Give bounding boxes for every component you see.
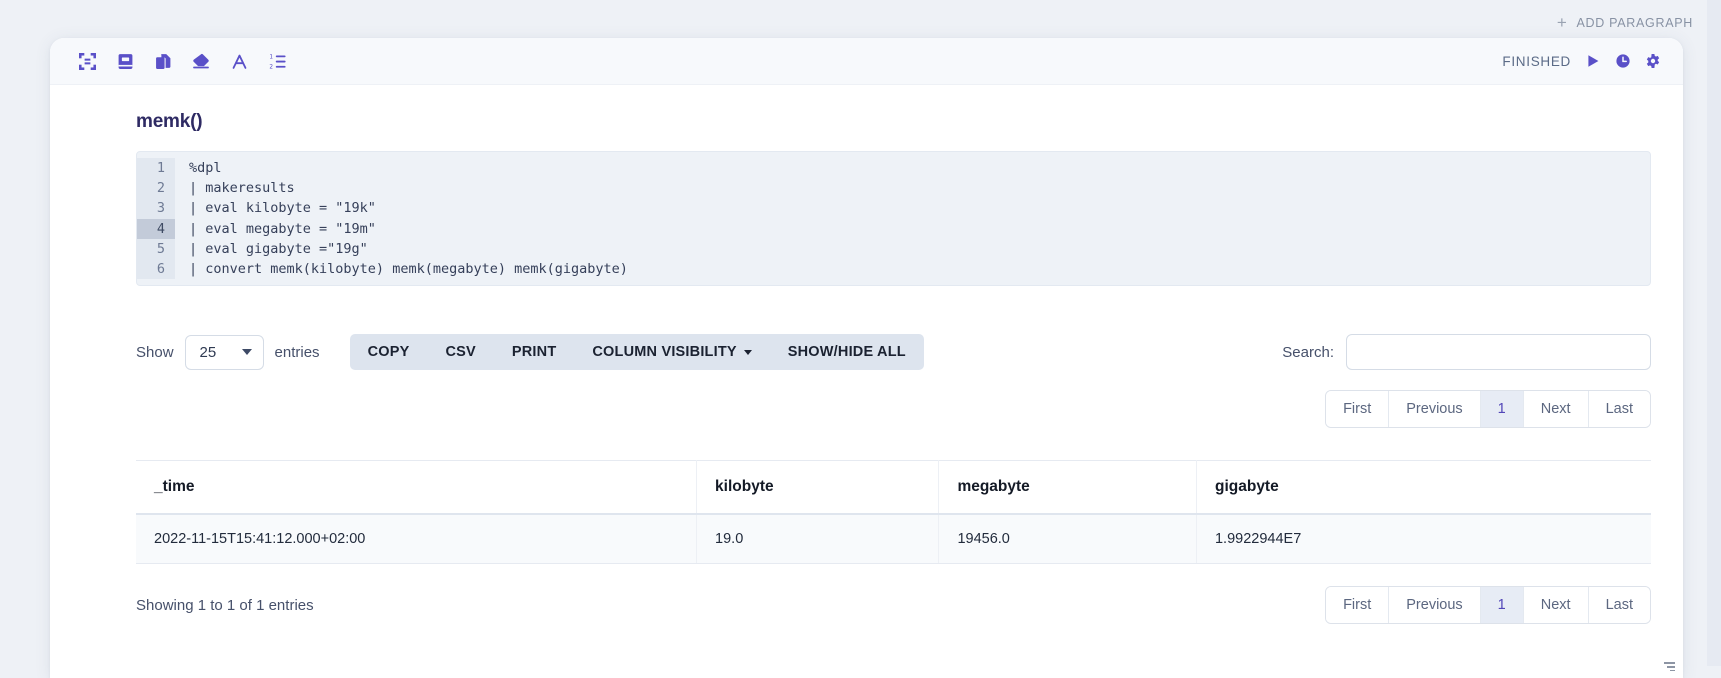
datatable-controls: Show 25 entries COPY CSV PRINT COLUMN VISIB… (136, 332, 1651, 372)
code-text: | makeresults (189, 180, 295, 197)
datatable-button-csv[interactable]: CSV (427, 334, 493, 370)
code-text: | eval kilobyte = "19k" (189, 200, 376, 217)
scrollbar-gutter[interactable] (1707, 0, 1721, 666)
pagination-last[interactable]: Last (1588, 587, 1650, 624)
pagination-top: First Previous 1 Next Last (50, 390, 1651, 429)
datatable-button-column-visibility[interactable]: COLUMN VISIBILITY (574, 334, 769, 370)
table-cell: 2022-11-15T15:41:12.000+02:00 (136, 514, 698, 565)
button-label: COPY (367, 344, 410, 361)
pagination-first[interactable]: First (1326, 391, 1390, 428)
search-input[interactable] (1346, 334, 1651, 371)
table-row: 2022-11-15T15:41:12.000+02:00 19.0 19456.0… (136, 514, 1651, 565)
pagination-previous[interactable]: Previous (1389, 391, 1481, 428)
code-text: | convert memk(kilobyte) memk(megabyte) … (189, 261, 628, 278)
datatable-search: Search: (1282, 334, 1651, 371)
chevron-down-icon (743, 349, 752, 355)
table-body: 2022-11-15T15:41:12.000+02:00 19.0 19456.0… (136, 514, 1651, 565)
entries-length-control: Show 25 entries (136, 334, 320, 370)
column-header-kilobyte[interactable]: kilobyte (696, 460, 940, 516)
paragraph-status-actions: FINISHED (1502, 53, 1661, 69)
gear-icon[interactable] (1645, 53, 1661, 69)
column-header-megabyte[interactable]: megabyte (938, 460, 1197, 516)
code-line[interactable]: 4 | eval megabyte = "19m" (137, 218, 1650, 239)
pagination-first[interactable]: First (1326, 587, 1390, 624)
list-numbered-icon[interactable]: 1 2 (266, 50, 288, 72)
code-text: %dpl (189, 160, 222, 176)
table-head: _time kilobyte megabyte gigabyte (136, 460, 1651, 516)
pagination-last[interactable]: Last (1588, 391, 1650, 428)
table-info: Showing 1 to 1 of 1 entries (136, 596, 314, 614)
page-title: memk() (136, 111, 203, 132)
pagination-1[interactable]: 1 (1480, 587, 1524, 624)
button-label: PRINT (511, 344, 557, 361)
datatable-footer: Showing 1 to 1 of 1 entries First Previou… (136, 586, 1651, 632)
button-label: COLUMN VISIBILITY (592, 344, 737, 361)
line-number: 2 (137, 178, 175, 199)
paragraph-toolbar: 1 2 (76, 50, 288, 72)
code-line[interactable]: 3 | eval kilobyte = "19k" (137, 198, 1650, 219)
datatable-button-show-hide-all[interactable]: SHOW/HIDE ALL (770, 334, 924, 370)
svg-text:2: 2 (269, 64, 273, 70)
table-cell: 19456.0 (938, 514, 1197, 565)
chevron-down-icon (241, 349, 252, 356)
column-header-time[interactable]: _time (136, 460, 698, 516)
button-label: CSV (445, 344, 476, 361)
code-line[interactable]: 1 %dpl (137, 158, 1650, 179)
datatable-export-buttons: COPY CSV PRINT COLUMN VISIBILITY SHOW/HIDE A… (349, 334, 924, 371)
line-number: 4 (137, 218, 175, 239)
pagination-next[interactable]: Next (1523, 391, 1589, 428)
eraser-icon[interactable] (190, 50, 212, 72)
paragraph-card: 1 2 FINISHED memk() 1 %dpl 2 | makeresul… (50, 38, 1683, 678)
collapse-icon[interactable] (76, 50, 98, 72)
entries-label: entries (274, 343, 320, 361)
svg-text:1: 1 (269, 54, 273, 60)
code-text: | eval gigabyte ="19g" (189, 240, 368, 257)
line-number: 6 (137, 259, 175, 280)
table-cell: 1.9922944E7 (1196, 514, 1651, 565)
code-line[interactable]: 6 | convert memk(kilobyte) memk(megabyte)… (137, 259, 1650, 280)
pagination-1[interactable]: 1 (1480, 391, 1524, 428)
run-icon[interactable] (1585, 53, 1601, 69)
code-editor[interactable]: 1 %dpl 2 | makeresults 3 | eval kilobyte = "1… (136, 151, 1651, 287)
entries-select-value: 25 (199, 343, 217, 361)
clock-icon[interactable] (1615, 53, 1631, 69)
paragraph-header: 1 2 FINISHED (50, 38, 1683, 85)
plus-icon: + (1556, 13, 1568, 32)
table-header-row: _time kilobyte megabyte gigabyte (136, 460, 1651, 516)
line-number: 5 (137, 238, 175, 260)
code-line[interactable]: 2 | makeresults (137, 178, 1650, 199)
add-paragraph-label: ADD PARAGRAPH (1576, 15, 1693, 30)
pagination-previous[interactable]: Previous (1389, 587, 1481, 624)
datatable-button-print[interactable]: PRINT (494, 334, 575, 370)
resize-handle[interactable] (1661, 660, 1675, 674)
status-badge: FINISHED (1502, 53, 1571, 69)
code-line[interactable]: 5 | eval gigabyte ="19g" (137, 238, 1650, 260)
line-number: 3 (137, 198, 175, 219)
search-label: Search: (1282, 343, 1334, 361)
table-cell: 19.0 (696, 514, 940, 565)
pagination-next[interactable]: Next (1523, 587, 1589, 624)
copy-icon[interactable] (152, 50, 174, 72)
code-text: | eval megabyte = "19m" (189, 220, 376, 237)
column-header-gigabyte[interactable]: gigabyte (1196, 460, 1651, 516)
line-number: 1 (137, 158, 175, 179)
book-icon[interactable] (114, 50, 136, 72)
datatable-button-copy[interactable]: COPY (350, 334, 428, 370)
pagination-bottom: First Previous 1 Next Last (1325, 586, 1651, 625)
add-paragraph-button[interactable]: + ADD PARAGRAPH (1557, 14, 1693, 31)
results-table-wrapper: _time kilobyte megabyte gigabyte 2022-11-15… (136, 460, 1651, 565)
results-table: _time kilobyte megabyte gigabyte 2022-11-15… (136, 460, 1651, 565)
button-label: SHOW/HIDE ALL (787, 344, 906, 361)
font-icon[interactable] (228, 50, 250, 72)
show-label: Show (136, 343, 174, 361)
entries-select[interactable]: 25 (184, 334, 264, 370)
